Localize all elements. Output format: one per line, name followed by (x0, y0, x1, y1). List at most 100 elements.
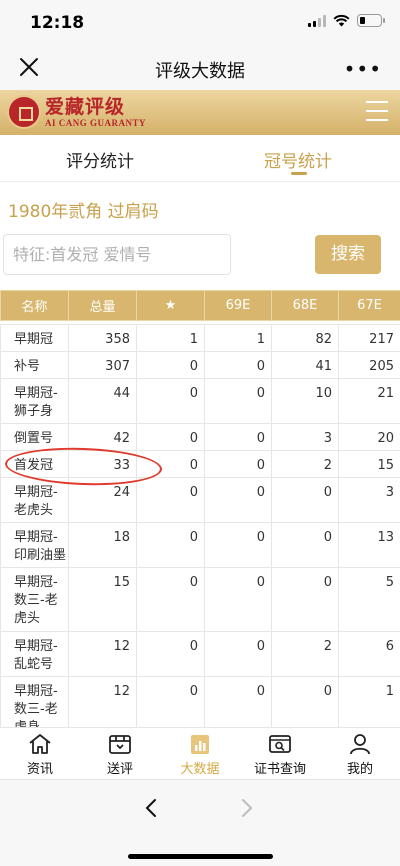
bottom-tab-label: 资讯 (26, 762, 53, 777)
table-row[interactable]: 早期冠- 印刷油墨 18 0 0 0 13 (0, 522, 400, 568)
column-header-69e[interactable]: 69E (204, 290, 272, 321)
cell-value: 0 (204, 522, 272, 568)
bottom-tab-label: 我的 (346, 762, 373, 777)
search-input[interactable] (4, 235, 230, 274)
cell-value: 0 (271, 676, 339, 727)
cell-value: 12 (68, 676, 137, 727)
cell-value: 0 (204, 423, 272, 451)
column-header-total[interactable]: 总量 (68, 290, 137, 321)
serial-stats-table[interactable]: 名称 总量 ★ 69E 68E 67E 早期冠 358 1 1 82 217 补号 307 0 0… (0, 290, 400, 727)
table-row[interactable]: 早期冠-数三-老虎身120001 (0, 676, 400, 727)
cell-value: 82 (271, 324, 339, 352)
cell-value: 1 (136, 324, 205, 352)
cell-value: 2 (271, 631, 339, 677)
search-field-container (3, 234, 231, 275)
cell-name: 早期冠- 狮子身 (0, 378, 69, 424)
cell-value: 1 (204, 324, 272, 352)
bottom-tab-label: 大数据 (180, 762, 220, 777)
cell-name-line: 数三-老 (14, 593, 58, 608)
cell-name-line: 数三-老 (14, 702, 58, 717)
cell-value: 10 (271, 378, 339, 424)
back-arrow-icon[interactable] (144, 798, 158, 818)
active-tab-indicator (291, 172, 307, 175)
cell-name: 早期冠- 老虎头 (0, 477, 69, 523)
cell-name: 早期冠- 数三-老虎身 (0, 676, 69, 727)
bottom-tab-certificate[interactable]: 证书查询 (250, 732, 310, 777)
table-row[interactable]: 早期冠- 数三-老 虎头 15 0 0 0 5 (0, 567, 400, 632)
cell-value: 13 (338, 522, 400, 568)
certificate-search-icon (269, 735, 291, 753)
cell-value: 15 (338, 450, 400, 478)
cell-value: 1 (338, 676, 400, 727)
cell-value: 0 (204, 567, 272, 632)
cell-value: 0 (136, 477, 205, 523)
table-row[interactable]: 倒置号 42 0 0 3 20 (0, 423, 400, 451)
cell-value: 12 (68, 631, 137, 677)
bottom-tab-bigdata[interactable]: 大数据 (170, 732, 230, 777)
table-row[interactable]: 补号 307 0 0 41 205 (0, 351, 400, 379)
cell-value: 0 (271, 567, 339, 632)
table-row[interactable]: 早期冠 358 1 1 82 217 (0, 324, 400, 352)
table-row[interactable]: 早期冠- 乱蛇号 12 0 0 2 6 (0, 631, 400, 677)
nav-bar: 评级大数据 ••• (0, 46, 400, 90)
cell-value: 44 (68, 378, 137, 424)
wifi-icon (333, 14, 350, 27)
page-title: 评级大数据 (155, 61, 245, 82)
cell-name-line: 狮子身 (14, 404, 54, 419)
cell-name-line: 乱蛇号 (14, 657, 54, 672)
column-header-68e[interactable]: 68E (271, 290, 339, 321)
cell-value: 0 (204, 351, 272, 379)
bottom-tab-submit[interactable]: 送评 (90, 732, 150, 777)
table-row[interactable]: 早期冠- 狮子身 44 0 0 10 21 (0, 378, 400, 424)
brand-logo[interactable]: 爱藏评级 AI CANG GUARANTY (7, 95, 146, 129)
forward-arrow-icon[interactable] (240, 798, 254, 818)
search-button[interactable]: 搜索 (315, 235, 381, 274)
bar-chart-icon (191, 735, 209, 754)
stats-tabs: 评分统计 冠号统计 (0, 135, 400, 181)
cell-value: 0 (204, 676, 272, 727)
column-header-name[interactable]: 名称 (0, 290, 69, 321)
cell-name-line: 补号 (14, 359, 41, 374)
cell-value: 0 (136, 522, 205, 568)
tab-score-stats[interactable]: 评分统计 (66, 147, 134, 172)
section-subtitle: 1980年贰角 过肩码 (8, 202, 159, 222)
table-row[interactable]: 早期冠- 老虎头 24 0 0 0 3 (0, 477, 400, 523)
cell-value: 0 (271, 522, 339, 568)
cell-name-line: 早期冠- (14, 530, 58, 545)
cell-value: 3 (338, 477, 400, 523)
tab-serial-stats[interactable]: 冠号统计 (264, 147, 332, 172)
cellular-signal-icon (308, 14, 326, 27)
cell-value: 6 (338, 631, 400, 677)
cell-value: 3 (271, 423, 339, 451)
status-bar: 12:18 (0, 0, 400, 46)
box-icon (109, 735, 131, 754)
cell-name-line: 虎头 (14, 611, 41, 626)
cell-name: 倒置号 (0, 423, 69, 451)
cell-name-line: 早期冠 (14, 332, 54, 347)
cell-value: 20 (338, 423, 400, 451)
cell-value: 205 (338, 351, 400, 379)
bottom-tab-news[interactable]: 资讯 (10, 732, 70, 777)
coin-seal-icon (7, 95, 41, 129)
cell-value: 5 (338, 567, 400, 632)
column-header-67e[interactable]: 67E (338, 290, 400, 321)
user-icon (350, 734, 370, 755)
logo-subtitle: AI CANG GUARANTY (45, 118, 147, 128)
table-header-row: 名称 总量 ★ 69E 68E 67E (0, 290, 400, 321)
more-options-button[interactable]: ••• (344, 57, 382, 81)
cell-name-line: 早期冠- (14, 485, 58, 500)
divider (0, 181, 400, 182)
cell-value: 0 (271, 477, 339, 523)
cell-name-line: 早期冠- (14, 639, 58, 654)
browser-toolbar (0, 779, 400, 866)
cell-name-line: 倒置号 (14, 431, 54, 446)
bottom-tab-profile[interactable]: 我的 (330, 732, 390, 777)
cell-value: 2 (271, 450, 339, 478)
cell-name-line: 早期冠- (14, 684, 58, 699)
cell-value: 307 (68, 351, 137, 379)
cell-value: 358 (68, 324, 137, 352)
column-header-star[interactable]: ★ (136, 290, 205, 321)
bottom-tab-bar: 资讯 送评 大数据 证书查询 我的 (0, 727, 400, 779)
hamburger-menu-icon[interactable] (366, 101, 388, 123)
cell-name-line: 老虎头 (14, 503, 54, 518)
